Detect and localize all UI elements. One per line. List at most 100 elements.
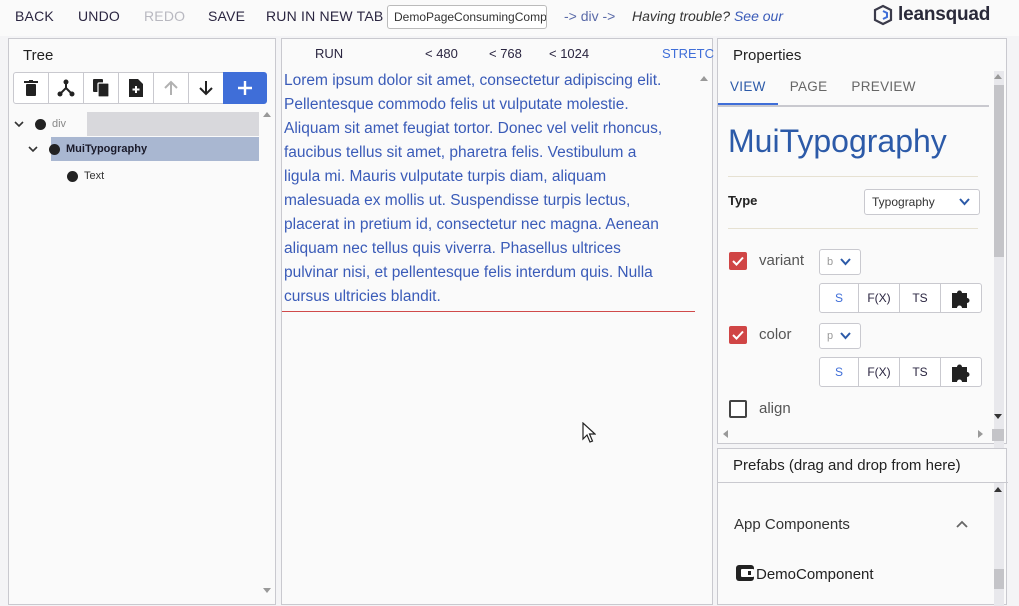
help-link[interactable]: See our	[734, 8, 783, 24]
color-select[interactable]: p	[819, 323, 861, 349]
breakpoint-768-button[interactable]: < 768	[489, 46, 522, 61]
canvas-text-block[interactable]: Lorem ipsum dolor sit amet, consectetur …	[284, 69, 694, 309]
tree-node-label: div	[52, 118, 67, 130]
scroll-down-icon[interactable]	[263, 588, 271, 594]
tab-preview[interactable]: PREVIEW	[839, 73, 927, 105]
type-select[interactable]: Typography	[864, 189, 980, 215]
plus-icon	[238, 81, 252, 95]
arrow-up-icon	[164, 80, 178, 95]
run-button[interactable]: RUN	[315, 46, 343, 61]
app-components-header[interactable]: App Components	[734, 516, 850, 533]
wrap-button[interactable]	[48, 72, 84, 104]
variant-function-button[interactable]: F(X)	[858, 283, 900, 313]
run-new-tab-button[interactable]: RUN IN NEW TAB	[266, 8, 383, 24]
variant-checkbox[interactable]	[729, 252, 747, 270]
arrow-down-icon	[199, 81, 213, 96]
tree-hover-highlight	[87, 112, 259, 136]
puzzle-icon	[952, 290, 970, 308]
redo-button[interactable]: REDO	[144, 8, 185, 24]
scroll-up-icon[interactable]	[994, 73, 1002, 79]
variant-label: variant	[759, 252, 805, 269]
paste-button[interactable]	[118, 72, 154, 104]
puzzle-icon	[952, 364, 970, 382]
tree-node-muitypography[interactable]: MuiTypography	[27, 137, 147, 161]
tree-panel: Tree div MuiTypography Text	[8, 38, 276, 605]
hierarchy-icon	[57, 79, 75, 97]
selection-underline	[282, 311, 695, 312]
check-icon	[732, 330, 744, 340]
properties-scrollbar[interactable]	[994, 71, 1004, 457]
color-ts-button[interactable]: TS	[899, 357, 941, 387]
color-static-button[interactable]: S	[819, 357, 859, 387]
chevron-up-icon[interactable]	[956, 520, 968, 528]
color-plugin-button[interactable]	[940, 357, 982, 387]
divider	[728, 176, 978, 177]
copy-icon	[93, 79, 109, 97]
chevron-down-icon[interactable]	[27, 143, 39, 155]
node-dot-icon	[67, 170, 78, 182]
scroll-up-icon[interactable]	[700, 75, 708, 81]
undo-button[interactable]: UNDO	[78, 8, 120, 24]
type-label: Type	[728, 193, 758, 208]
breakpoint-1024-button[interactable]: < 1024	[549, 46, 589, 61]
top-toolbar: BACK UNDO REDO SAVE RUN IN NEW TAB DemoP…	[0, 0, 1019, 36]
add-button[interactable]	[223, 72, 267, 104]
chevron-down-icon	[840, 332, 851, 340]
properties-tabs: VIEW PAGE PREVIEW	[718, 73, 989, 107]
trash-icon	[24, 80, 38, 96]
scroll-up-icon[interactable]	[263, 111, 271, 117]
prefabs-panel: Prefabs (drag and drop from here) App Co…	[717, 448, 1008, 606]
color-checkbox[interactable]	[729, 326, 747, 344]
tab-page[interactable]: PAGE	[778, 73, 840, 105]
check-icon	[732, 256, 744, 266]
text-line: Lorem ipsum dolor sit amet, consectetur …	[284, 72, 662, 89]
back-button[interactable]: BACK	[15, 8, 54, 24]
tree-toolbar	[13, 72, 267, 104]
logo: leansquad	[872, 4, 990, 26]
tree-node-text[interactable]: Text	[67, 164, 104, 188]
node-dot-icon	[49, 143, 60, 155]
variant-ts-button[interactable]: TS	[899, 283, 941, 313]
move-up-button[interactable]	[153, 72, 189, 104]
file-add-icon	[129, 79, 143, 97]
align-checkbox[interactable]	[729, 400, 747, 418]
trouble-text: Having trouble?	[632, 8, 731, 24]
scrollbar-thumb[interactable]	[994, 85, 1004, 257]
logo-text: leansquad	[898, 4, 991, 25]
tab-view[interactable]: VIEW	[718, 73, 778, 105]
color-function-button[interactable]: F(X)	[858, 357, 900, 387]
scroll-right-icon[interactable]	[978, 430, 984, 438]
tree-node-div[interactable]: div	[13, 112, 66, 136]
type-select-value: Typography	[872, 195, 935, 209]
prefabs-scrollbar[interactable]	[994, 483, 1004, 606]
stretch-button[interactable]: STRETC	[662, 46, 714, 61]
variant-plugin-button[interactable]	[940, 283, 982, 313]
component-icon	[736, 565, 754, 581]
page-name-input[interactable]: DemoPageConsumingComp	[387, 5, 547, 29]
chevron-down-icon[interactable]	[13, 118, 25, 130]
chevron-down-icon	[840, 258, 851, 266]
canvas-toolbar: RUN < 480 < 768 < 1024 STRETC	[282, 39, 714, 67]
scroll-left-icon[interactable]	[722, 430, 728, 438]
color-select-value: p	[827, 330, 834, 342]
text-line: faucibus tellus sit amet, pharetra felis…	[284, 144, 637, 161]
move-down-button[interactable]	[188, 72, 224, 104]
save-button[interactable]: SAVE	[208, 8, 245, 24]
scroll-down-icon[interactable]	[994, 414, 1002, 420]
text-line: ligula mi. Mauris vulputate turpis diam,…	[284, 168, 607, 185]
variant-select[interactable]: b	[819, 249, 861, 275]
color-mode-group: S F(X) TS	[819, 357, 982, 387]
scroll-up-icon[interactable]	[994, 486, 1002, 492]
prefabs-title: Prefabs (drag and drop from here)	[733, 457, 961, 474]
properties-title: Properties	[733, 47, 802, 64]
node-dot-icon	[35, 118, 46, 130]
breakpoint-480-button[interactable]: < 480	[425, 46, 458, 61]
tree-node-label: Text	[84, 170, 105, 182]
copy-button[interactable]	[83, 72, 119, 104]
delete-button[interactable]	[13, 72, 49, 104]
variant-static-button[interactable]: S	[819, 283, 859, 313]
scrollbar-thumb[interactable]	[994, 569, 1004, 589]
text-line: Aliquam sit amet feugiat tortor. Donec v…	[284, 120, 663, 137]
prefab-item-democomponent[interactable]: DemoComponent	[736, 565, 874, 583]
component-title: MuiTypography	[728, 123, 947, 159]
